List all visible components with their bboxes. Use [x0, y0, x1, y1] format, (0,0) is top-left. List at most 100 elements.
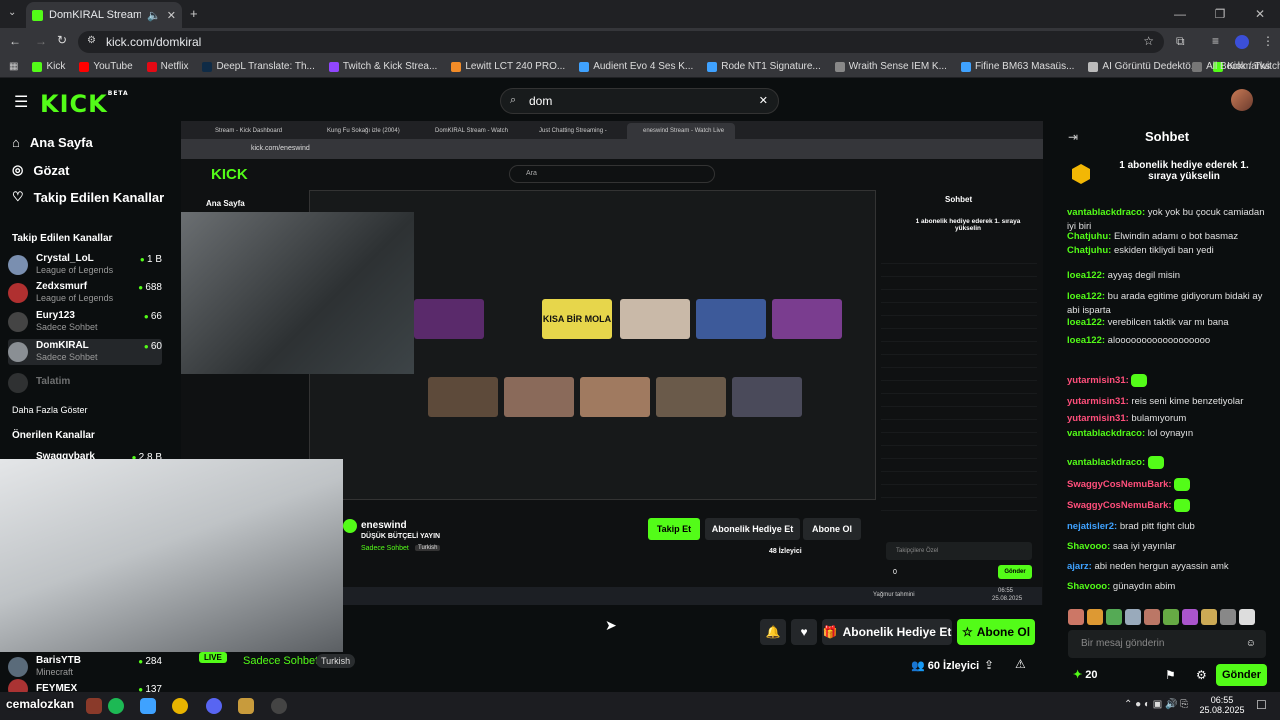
chat-username[interactable]: Chatjuhu:	[1067, 231, 1111, 242]
nav-browse[interactable]: ◎ Gözat	[12, 162, 69, 178]
send-button[interactable]: Gönder	[1216, 664, 1267, 686]
chat-input[interactable]: Bir mesaj gönderin ☺	[1068, 630, 1266, 658]
chat-username[interactable]: Shavooo:	[1067, 581, 1110, 592]
subscribe-button[interactable]: ☆ Abone Ol	[957, 619, 1035, 645]
browser-tab-active[interactable]: DomKIRAL Stream - Watch 🔈 ✕	[26, 2, 182, 28]
channel-eury123[interactable]: Eury123Sadece Sohbet66	[8, 309, 162, 335]
thumbnail	[732, 377, 802, 417]
chat-username[interactable]: SwaggyCosNemuBark:	[1067, 500, 1172, 511]
bookmark-all[interactable]: All Bookmarks	[1192, 61, 1270, 72]
stream-category[interactable]: Sadece Sohbet	[243, 655, 318, 667]
nav-following[interactable]: ♡ Takip Edilen Kanallar	[12, 189, 164, 205]
reload-icon[interactable]: ↻	[57, 33, 67, 47]
notifications-icon[interactable]: ☐	[1256, 698, 1267, 712]
tray-icons[interactable]: ⌃ ● ◐ ▣ 🔊 ⎘	[1124, 699, 1188, 710]
gift-sub-button[interactable]: 🎁 Abonelik Hediye Et	[822, 619, 952, 645]
bookmark-twitch-kick[interactable]: Twitch & Kick Strea...	[328, 61, 437, 72]
maximize-icon[interactable]: ❐	[1200, 0, 1240, 28]
chat-username[interactable]: yutarmisin31:	[1067, 375, 1129, 386]
pinned-gift-banner[interactable]: 1 abonelik hediye ederek 1. sıraya yükse…	[1054, 152, 1280, 200]
chat-username[interactable]: yutarmisin31:	[1067, 396, 1129, 407]
chat-username[interactable]: yutarmisin31:	[1067, 413, 1129, 424]
url-bar[interactable]: ⚙ kick.com/domkiral ☆	[78, 31, 1164, 53]
chat-settings-icon[interactable]: ⚙	[1196, 668, 1207, 682]
emote-icon	[1174, 499, 1191, 512]
chat-points[interactable]: ✦ 20	[1073, 668, 1098, 681]
bookmark-deepl[interactable]: DeepL Translate: Th...	[202, 61, 315, 72]
inner-send-button: Gönder	[998, 565, 1032, 579]
bookmark-rode[interactable]: Rode NT1 Signature...	[707, 61, 821, 72]
chat-username[interactable]: loea122:	[1067, 270, 1105, 281]
report-icon[interactable]: ⚠	[1015, 657, 1026, 671]
chat-username[interactable]: SwaggyCosNemuBark:	[1067, 479, 1172, 490]
chat-username[interactable]: loea122:	[1067, 291, 1105, 302]
follow-heart-button[interactable]: ♥	[791, 619, 817, 645]
share-icon[interactable]: ⇪	[984, 658, 994, 672]
avatar	[8, 312, 28, 332]
bookmark-fifine[interactable]: Fifine BM63 Masaüs...	[960, 61, 1074, 72]
followed-title: Takip Edilen Kanallar	[12, 233, 113, 244]
profile-avatar[interactable]	[1235, 35, 1249, 49]
bookmark-lewitt[interactable]: Lewitt LCT 240 PRO...	[451, 61, 565, 72]
forward-icon[interactable]: →	[35, 34, 47, 48]
chrome-icon[interactable]	[172, 698, 188, 714]
bookmark-wraith[interactable]: Wraith Sense IEM K...	[834, 61, 947, 72]
stream-language-tag[interactable]: Turkish	[316, 654, 356, 668]
hamburger-menu-icon[interactable]: ☰	[14, 92, 28, 112]
chat-username[interactable]: Shavooo:	[1067, 541, 1110, 552]
extensions-icon[interactable]: ⧉	[1176, 34, 1185, 49]
bookmark-audient[interactable]: Audient Evo 4 Ses K...	[579, 61, 693, 72]
notification-bell-button[interactable]: 🔔	[760, 619, 786, 645]
channel-domkiral[interactable]: DomKIRALSadece Sohbet60	[8, 339, 162, 365]
back-icon[interactable]: ←	[9, 34, 21, 48]
spotify-icon[interactable]	[108, 698, 124, 714]
inner-home-label: Ana Sayfa	[206, 199, 245, 208]
chat-username[interactable]: loea122:	[1067, 335, 1105, 346]
search-input[interactable]: ⌕ dom ✕	[500, 88, 779, 114]
crown-icon	[1072, 164, 1090, 184]
discord-icon[interactable]	[206, 698, 222, 714]
taskbar-app-icon[interactable]	[140, 698, 156, 714]
league-icon[interactable]	[238, 698, 254, 714]
emote-picker-icon[interactable]: ⚑	[1165, 668, 1176, 682]
channel-crystal[interactable]: Crystal_LoLLeague of Legends1 B	[8, 252, 162, 278]
inner-tab: DomKIRAL Stream - Watch Live	[435, 128, 508, 150]
chat-username[interactable]: vantablackdraco:	[1067, 457, 1145, 468]
chat-username[interactable]: loea122:	[1067, 317, 1105, 328]
show-more-link[interactable]: Daha Fazla Göster	[12, 405, 88, 415]
site-info-icon[interactable]: ⚙	[87, 35, 96, 46]
nav-home[interactable]: ⌂ Ana Sayfa	[12, 135, 93, 150]
taskbar-app-icon[interactable]	[86, 698, 102, 714]
bookmark-kick[interactable]: Kick	[32, 61, 65, 72]
bell-icon: 🔔	[765, 625, 781, 639]
channel-talatim[interactable]: Talatim	[8, 370, 162, 396]
menu-icon[interactable]: ⋮	[1262, 34, 1274, 48]
apps-icon[interactable]: ▦	[9, 61, 18, 72]
chat-username[interactable]: ajarz:	[1067, 561, 1092, 572]
channel-zedxsmurf[interactable]: ZedxsmurfLeague of Legends688	[8, 280, 162, 306]
chat-username[interactable]: nejatisler2:	[1067, 521, 1117, 532]
chat-username[interactable]: vantablackdraco:	[1067, 428, 1145, 439]
mute-icon[interactable]: 🔈	[147, 9, 161, 22]
bookmark-netflix[interactable]: Netflix	[146, 61, 188, 72]
close-window-icon[interactable]: ✕	[1240, 0, 1280, 28]
kick-logo[interactable]: KICKBETA	[40, 90, 129, 118]
channel-barisytb[interactable]: BarisYTBMinecraft284	[8, 654, 162, 680]
new-tab-icon[interactable]: +	[190, 6, 198, 21]
user-avatar[interactable]	[1231, 89, 1253, 111]
bookmark-star-icon[interactable]: ☆	[1143, 34, 1154, 48]
thumbnail-mola: KISA BİR MOLA	[542, 299, 612, 339]
obs-icon[interactable]	[271, 698, 287, 714]
close-tab-icon[interactable]: ✕	[167, 9, 176, 22]
clear-search-icon[interactable]: ✕	[759, 94, 768, 107]
tab-list-icon[interactable]: ⌄	[8, 7, 16, 18]
clock[interactable]: 06:55 25.08.2025	[1198, 695, 1246, 715]
thumbnail	[696, 299, 766, 339]
minimize-icon[interactable]: —	[1160, 0, 1200, 28]
chat-username[interactable]: vantablackdraco:	[1067, 207, 1145, 218]
bookmark-ai-detector[interactable]: AI Görüntü Dedektö...	[1088, 61, 1199, 72]
bookmark-youtube[interactable]: YouTube	[79, 61, 133, 72]
media-icon[interactable]: ≡	[1212, 34, 1219, 48]
chat-username[interactable]: Chatjuhu:	[1067, 245, 1111, 256]
emoji-icon[interactable]: ☺	[1246, 630, 1256, 658]
